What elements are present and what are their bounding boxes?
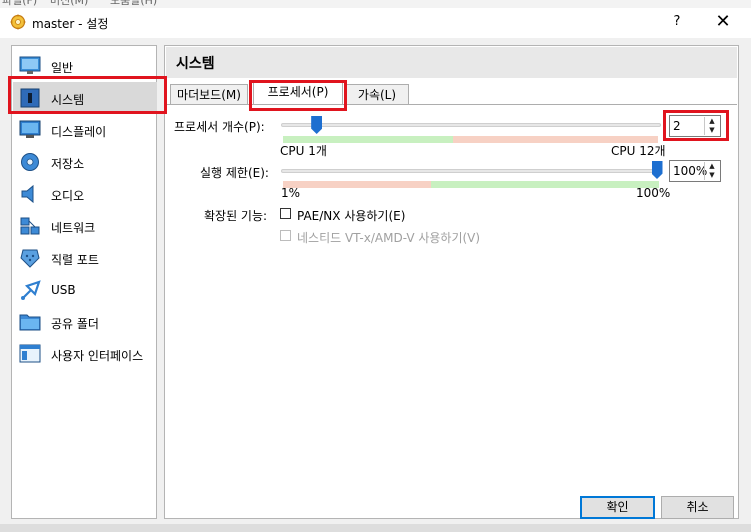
processor-count-label: 프로세서 개수(P): bbox=[174, 120, 265, 134]
folder-icon bbox=[19, 314, 41, 331]
sidebar-item-label: 네트워크 bbox=[51, 221, 96, 235]
menubar: 파일(F) 머신(M) 도움말(H) bbox=[0, 0, 751, 8]
menu-file[interactable]: 파일(F) bbox=[2, 0, 37, 8]
execution-cap-value: 100% bbox=[673, 164, 708, 178]
sidebar-item-serial-port[interactable]: 직렬 포트 bbox=[13, 242, 157, 274]
spin-up-icon[interactable]: ▲ bbox=[705, 162, 719, 171]
virtualbox-logo-icon bbox=[10, 14, 26, 30]
sidebar-item-audio[interactable]: 오디오 bbox=[13, 178, 157, 210]
sidebar-item-storage[interactable]: 저장소 bbox=[13, 146, 157, 178]
network-icon bbox=[20, 217, 40, 235]
settings-sidebar: 일반 시스템 디스플레이 저장소 오디오 네트워크 직렬 포트 USB 공유 폴… bbox=[11, 45, 157, 519]
spin-down-icon[interactable]: ▼ bbox=[705, 171, 719, 180]
execution-warn-zone bbox=[283, 181, 431, 188]
processor-count-track[interactable] bbox=[281, 123, 661, 127]
sidebar-item-shared-folders[interactable]: 공유 폴더 bbox=[13, 306, 157, 338]
spin-arrows[interactable]: ▲ ▼ bbox=[704, 162, 719, 180]
display-icon bbox=[19, 120, 41, 138]
title-bar: master - 설정 ? ✕ bbox=[0, 8, 751, 38]
processor-max-label: CPU 12개 bbox=[611, 144, 666, 158]
speaker-icon bbox=[21, 184, 34, 204]
sidebar-item-label: 시스템 bbox=[51, 93, 85, 107]
tab-motherboard[interactable]: 마더보드(M) bbox=[170, 84, 248, 105]
spin-up-icon[interactable]: ▲ bbox=[705, 117, 719, 126]
spin-arrows[interactable]: ▲ ▼ bbox=[704, 117, 719, 135]
execution-max-label: 100% bbox=[636, 186, 671, 200]
sidebar-item-display[interactable]: 디스플레이 bbox=[13, 114, 157, 146]
monitor-icon bbox=[19, 56, 41, 74]
processor-count-value: 2 bbox=[673, 119, 681, 133]
tab-acceleration[interactable]: 가속(L) bbox=[345, 84, 409, 105]
sidebar-item-system[interactable]: 시스템 bbox=[13, 82, 157, 114]
close-button[interactable]: ✕ bbox=[710, 11, 736, 32]
ok-button[interactable]: 확인 bbox=[580, 496, 655, 519]
sidebar-item-label: 직렬 포트 bbox=[51, 253, 99, 267]
execution-cap-spinbox[interactable]: 100% ▲ ▼ bbox=[669, 160, 721, 182]
sidebar-item-label: 공유 폴더 bbox=[51, 317, 99, 331]
sidebar-item-label: 저장소 bbox=[51, 157, 85, 171]
cancel-button[interactable]: 취소 bbox=[661, 496, 734, 519]
usb-icon bbox=[21, 280, 41, 300]
sidebar-item-label: 일반 bbox=[51, 61, 74, 75]
sidebar-item-label: 오디오 bbox=[51, 189, 85, 203]
section-header: 시스템 bbox=[166, 47, 737, 78]
ui-icon bbox=[19, 344, 41, 363]
sidebar-item-network[interactable]: 네트워크 bbox=[13, 210, 157, 242]
nested-vtx-label: 네스티드 VT-x/AMD-V 사용하기(V) bbox=[297, 231, 481, 245]
sidebar-item-general[interactable]: 일반 bbox=[13, 50, 157, 82]
menu-help[interactable]: 도움말(H) bbox=[110, 0, 157, 8]
execution-safe-zone bbox=[431, 181, 659, 188]
sidebar-item-usb[interactable]: USB bbox=[13, 274, 157, 306]
disk-icon bbox=[21, 153, 39, 171]
sidebar-item-label: 사용자 인터페이스 bbox=[51, 349, 144, 363]
execution-min-label: 1% bbox=[281, 186, 301, 200]
tab-panel bbox=[166, 104, 737, 484]
background-window-strip bbox=[0, 524, 751, 532]
pae-nx-label[interactable]: PAE/NX 사용하기(E) bbox=[297, 207, 405, 224]
serial-port-icon bbox=[20, 249, 40, 268]
tab-processor[interactable]: 프로세서(P) bbox=[253, 81, 343, 105]
help-button[interactable]: ? bbox=[668, 14, 686, 29]
nested-vtx-checkbox bbox=[280, 230, 291, 241]
processor-min-label: CPU 1개 bbox=[280, 144, 327, 158]
processor-count-spinbox[interactable]: 2 ▲ ▼ bbox=[669, 115, 721, 137]
chip-icon bbox=[20, 88, 40, 108]
menu-machine[interactable]: 머신(M) bbox=[50, 0, 88, 8]
spin-down-icon[interactable]: ▼ bbox=[705, 126, 719, 135]
sidebar-item-user-interface[interactable]: 사용자 인터페이스 bbox=[13, 338, 157, 370]
execution-cap-track[interactable] bbox=[281, 169, 661, 173]
section-title: 시스템 bbox=[176, 56, 215, 72]
sidebar-item-label: 디스플레이 bbox=[51, 125, 107, 139]
execution-cap-label: 실행 제한(E): bbox=[200, 166, 269, 180]
pae-nx-checkbox[interactable] bbox=[280, 208, 291, 219]
sidebar-item-label: USB bbox=[51, 283, 76, 297]
window-title: master - 설정 bbox=[32, 17, 109, 31]
extended-features-label: 확장된 기능: bbox=[204, 209, 268, 223]
